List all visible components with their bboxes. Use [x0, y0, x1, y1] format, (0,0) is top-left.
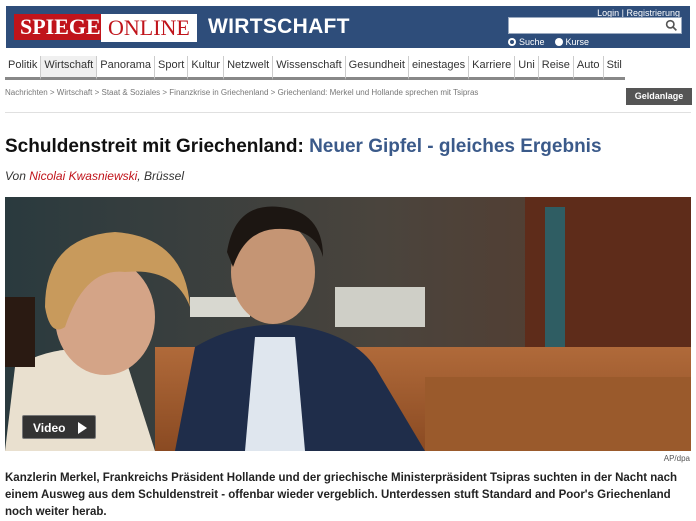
search-options: Suche Kurse	[508, 37, 589, 47]
search-option-suche[interactable]: Suche	[508, 37, 545, 47]
main-nav: Politik Wirtschaft Panorama Sport Kultur Netz…	[5, 56, 625, 80]
headline-main: Schuldenstreit mit Griechenland:	[5, 136, 304, 157]
search-icon[interactable]	[665, 19, 678, 32]
nav-item-netzwelt[interactable]: Netzwelt	[224, 56, 274, 80]
divider	[5, 112, 691, 113]
photo-illustration	[5, 197, 691, 451]
radio-icon[interactable]	[554, 38, 563, 46]
nav-item-auto[interactable]: Auto	[573, 56, 604, 80]
byline: Von Nicolai Kwasniewski, Brüssel	[5, 169, 184, 183]
nav-item-karriere[interactable]: Karriere	[469, 56, 516, 80]
article-headline: Schuldenstreit mit Griechenland: Neuer G…	[5, 136, 602, 158]
article-teaser: Kanzlerin Merkel, Frankreichs Präsident …	[5, 472, 678, 518]
online-logo[interactable]: ONLINE	[101, 14, 197, 42]
search-option-kurse[interactable]: Kurse	[554, 37, 589, 47]
site-header: SPIEGEL ONLINE WIRTSCHAFT Login | Regist…	[0, 0, 696, 55]
headline-sub: Neuer Gipfel - gleiches Ergebnis	[309, 136, 602, 157]
section-title[interactable]: WIRTSCHAFT	[208, 13, 350, 41]
nav-item-panorama[interactable]: Panorama	[97, 56, 156, 80]
article-photo[interactable]: Video	[5, 197, 691, 451]
nav-item-uni[interactable]: Uni	[515, 56, 539, 80]
geldanlage-button[interactable]: Geldanlage	[626, 88, 692, 105]
author-link[interactable]: Nicolai Kwasniewski	[29, 169, 137, 183]
nav-item-sport[interactable]: Sport	[155, 56, 189, 80]
location: , Brüssel	[137, 169, 184, 183]
nav-item-kultur[interactable]: Kultur	[188, 56, 225, 80]
nav-item-reise[interactable]: Reise	[538, 56, 574, 80]
nav-item-stil[interactable]: Stil	[603, 56, 625, 80]
nav-item-einestages[interactable]: einestages	[408, 56, 470, 80]
nav-item-gesundheit[interactable]: Gesundheit	[345, 56, 409, 80]
nav-item-wirtschaft[interactable]: Wirtschaft	[41, 56, 98, 80]
search-input[interactable]	[508, 17, 682, 34]
nav-item-politik[interactable]: Politik	[5, 56, 42, 80]
breadcrumb[interactable]: Nachrichten > Wirtschaft > Staat & Sozia…	[5, 88, 478, 97]
nav-item-wissenschaft[interactable]: Wissenschaft	[273, 56, 346, 80]
play-icon	[78, 422, 87, 434]
photo-credit: AP/dpa	[663, 454, 690, 463]
video-button[interactable]: Video	[22, 415, 96, 439]
radio-selected-icon[interactable]	[508, 38, 516, 46]
